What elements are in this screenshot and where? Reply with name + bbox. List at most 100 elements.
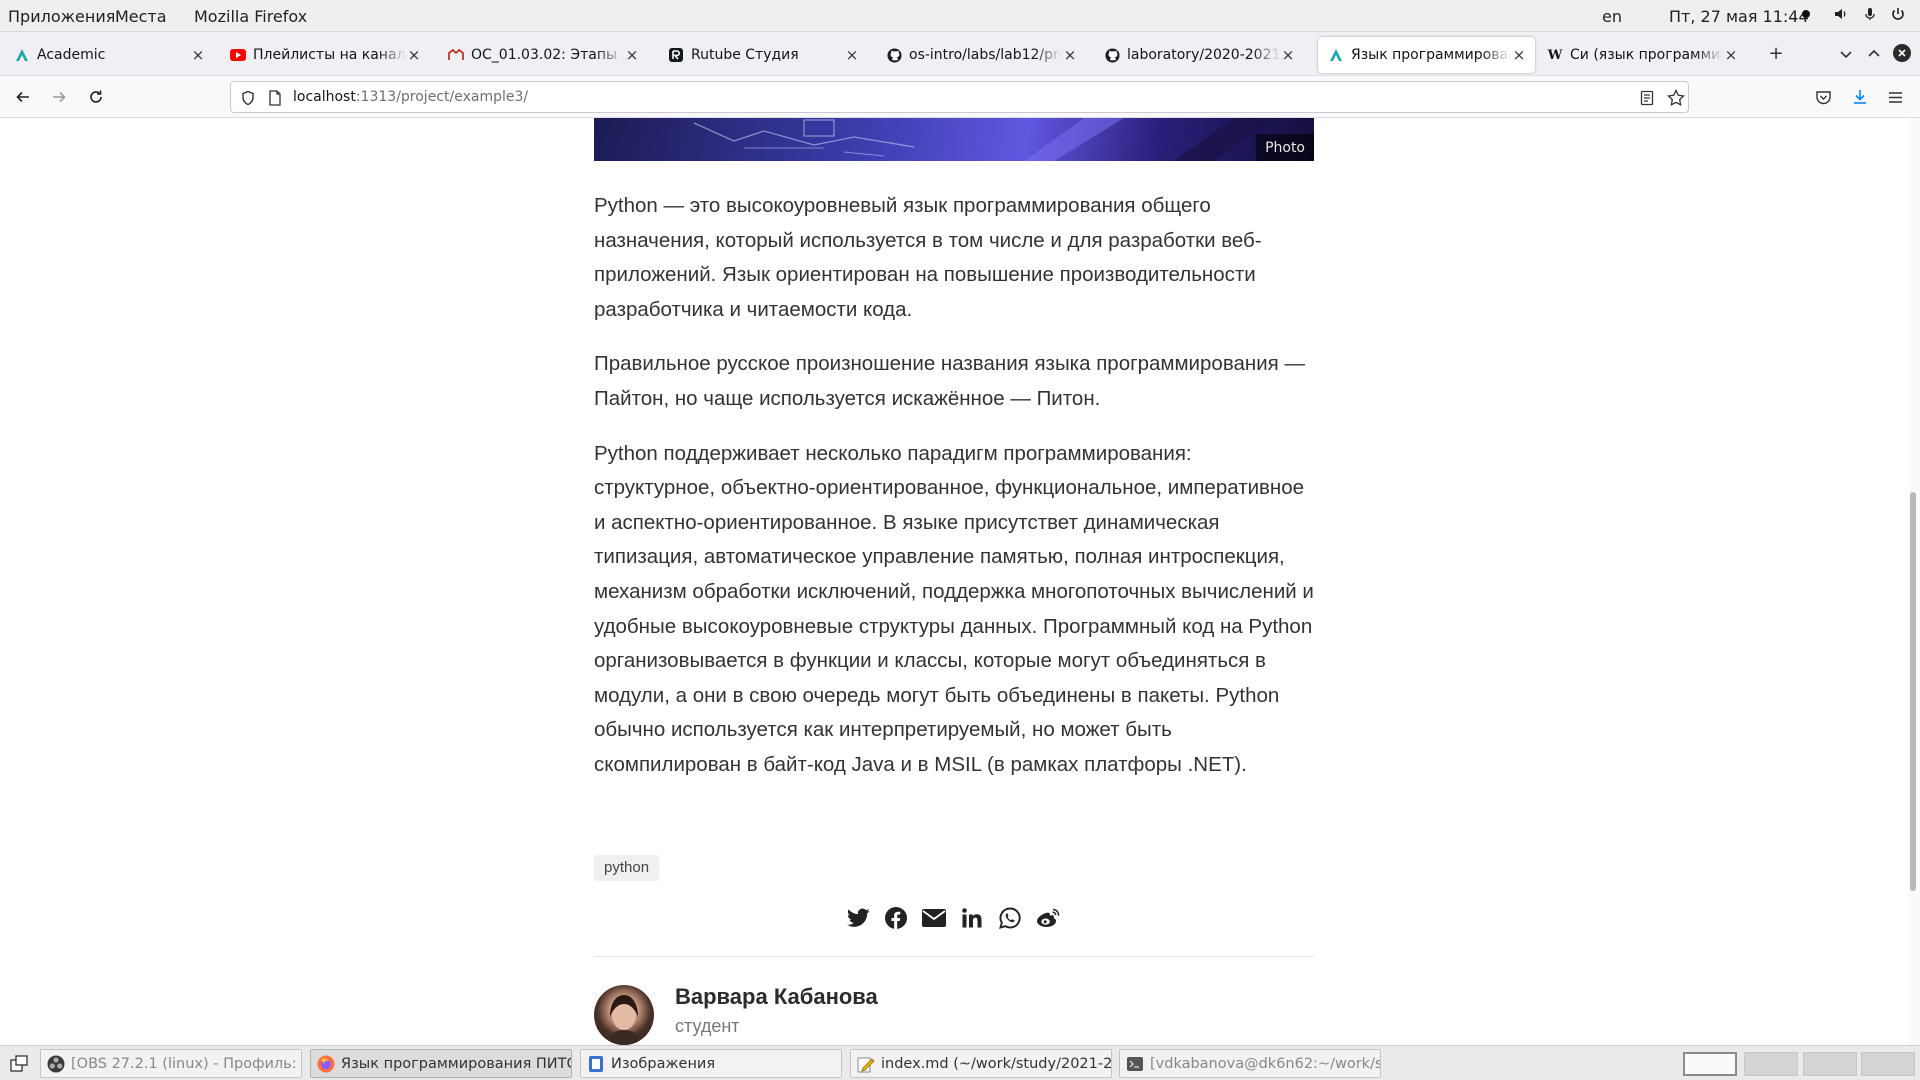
places-menu[interactable]: Места (115, 7, 167, 26)
weibo-icon[interactable] (1035, 905, 1061, 931)
new-tab-button[interactable]: + (1764, 42, 1788, 66)
article-paragraph: Python поддерживает несколько парадигм п… (594, 441, 1314, 776)
navigation-toolbar: localhost:1313/project/example3/ (0, 76, 1920, 118)
applications-menu[interactable]: Приложения (8, 7, 115, 26)
show-desktop-icon[interactable] (10, 1055, 28, 1073)
facebook-icon[interactable] (883, 905, 909, 931)
microphone-icon[interactable] (1862, 6, 1878, 22)
page-scrollbar[interactable] (1908, 118, 1920, 1045)
tab-label: Плейлисты на канале - Y (253, 47, 406, 63)
author-avatar[interactable] (594, 985, 654, 1045)
article-body: Python — это высокоуровневый язык програ… (594, 189, 1318, 803)
wikipedia-icon: W (1547, 47, 1563, 63)
forward-arrow-icon (53, 91, 66, 103)
whatsapp-icon[interactable] (997, 905, 1023, 931)
task-firefox[interactable]: Язык программирования ПИТО... (310, 1049, 572, 1078)
hero-sketch-graphic (693, 119, 915, 157)
content-divider (594, 956, 1314, 957)
back-arrow-icon (16, 91, 29, 103)
workspace-3[interactable] (1803, 1052, 1857, 1076)
article-paragraph: Python — это высокоуровневый язык програ… (594, 194, 1262, 321)
clock[interactable]: Пт, 27 мая 11:44 (1669, 7, 1809, 26)
app-menu-icon[interactable] (1887, 89, 1904, 106)
close-tab-icon[interactable]: × (1511, 46, 1527, 64)
close-tab-icon[interactable]: × (1280, 46, 1296, 64)
downloads-icon[interactable] (1851, 88, 1869, 106)
tab-os-course[interactable]: ОС_01.03.02: Этапы реал × (438, 37, 648, 73)
task-label: index.md (~/work/study/2021-202... (881, 1055, 1112, 1072)
github-icon (1104, 47, 1120, 63)
power-icon[interactable] (1890, 6, 1906, 22)
close-tab-icon[interactable]: × (844, 46, 860, 64)
close-tab-icon[interactable]: × (190, 46, 206, 64)
tracking-protection-shield-icon[interactable] (240, 90, 256, 106)
task-images-folder[interactable]: Изображения (580, 1049, 842, 1078)
task-text-editor[interactable]: index.md (~/work/study/2021-202... (850, 1049, 1112, 1078)
page-viewport: Photo Python — это высокоуровневый язык … (0, 118, 1920, 1045)
obs-icon (47, 1055, 65, 1072)
featured-image: Photo (594, 118, 1314, 161)
url-path: :1313/project/example3/ (355, 89, 529, 105)
terminal-icon (1127, 1056, 1143, 1071)
author-role: студент (675, 1016, 740, 1036)
back-button[interactable] (10, 84, 36, 110)
system-top-bar: Приложения Места Mozilla Firefox en Пт, … (0, 0, 1920, 32)
tab-label: ОС_01.03.02: Этапы реал (471, 47, 624, 63)
linkedin-icon[interactable] (959, 905, 985, 931)
rutube-icon (668, 47, 684, 63)
text-editor-icon (857, 1057, 875, 1072)
workspace-4[interactable] (1861, 1052, 1915, 1076)
author-name[interactable]: Варвара Кабанова (675, 984, 878, 1010)
moodle-icon (448, 47, 464, 63)
article-paragraph: Правильное русское произношение названия… (594, 352, 1305, 410)
tag-python[interactable]: python (594, 855, 660, 881)
close-tab-icon[interactable]: × (1723, 46, 1739, 64)
close-tab-icon[interactable]: × (406, 46, 422, 64)
reload-button[interactable] (83, 84, 109, 110)
close-window-icon[interactable] (1893, 44, 1911, 62)
file-manager-icon (589, 1055, 603, 1072)
tab-label: laboratory/2020-2021/OS (1127, 47, 1280, 63)
share-bar (845, 904, 1073, 932)
tab-strip: Academic × Плейлисты на канале - Y × ОС_… (0, 32, 1920, 76)
tab-github-os-intro[interactable]: os-intro/labs/lab12/preser × (876, 37, 1086, 73)
tab-rutube-studio[interactable]: Rutube Студия × (658, 37, 868, 73)
close-tab-icon[interactable]: × (624, 46, 640, 64)
tab-academic[interactable]: Academic × (4, 37, 214, 73)
url-text[interactable]: localhost:1313/project/example3/ (293, 89, 528, 105)
task-label: Язык программирования ПИТО... (341, 1055, 572, 1072)
close-tab-icon[interactable]: × (1062, 46, 1078, 64)
youtube-icon (230, 47, 246, 63)
reload-icon (90, 90, 102, 103)
pocket-icon[interactable] (1815, 89, 1832, 106)
twitter-icon[interactable] (845, 905, 871, 931)
tab-label: Rutube Студия (691, 47, 799, 63)
tab-youtube-playlists[interactable]: Плейлисты на канале - Y × (220, 37, 430, 73)
keyboard-layout-indicator[interactable]: en (1602, 7, 1622, 26)
bookmark-star-icon[interactable] (1667, 89, 1685, 107)
list-all-tabs-icon[interactable] (1838, 46, 1854, 62)
workspace-2[interactable] (1744, 1052, 1798, 1076)
tab-label: Язык программировани (1351, 47, 1511, 63)
workspace-1[interactable] (1683, 1052, 1737, 1076)
tab-python-language[interactable]: Язык программировани × (1318, 37, 1535, 73)
volume-icon[interactable] (1833, 6, 1849, 22)
task-label: Изображения (611, 1055, 716, 1072)
address-bar[interactable]: localhost:1313/project/example3/ (230, 81, 1689, 113)
tab-c-language-wiki[interactable]: W Си (язык программирова × (1537, 37, 1747, 73)
task-terminal[interactable]: [vdkabanova@dk6n62:~/work/stu... (1119, 1049, 1381, 1078)
scrollbar-thumb[interactable] (1910, 492, 1916, 891)
tab-github-laboratory[interactable]: laboratory/2020-2021/OS × (1094, 37, 1304, 73)
email-icon[interactable] (921, 905, 947, 931)
url-host: localhost (293, 89, 356, 105)
forward-button[interactable] (46, 84, 72, 110)
photo-caption-label: Photo (1256, 134, 1314, 161)
task-obs[interactable]: [OBS 27.2.1 (linux) - Профиль: Бе... (40, 1049, 302, 1078)
reader-view-icon[interactable] (1639, 90, 1655, 106)
maximize-window-icon[interactable] (1866, 46, 1882, 62)
page-info-icon[interactable] (268, 90, 282, 106)
recording-indicator-icon[interactable] (1798, 6, 1814, 22)
github-icon (886, 47, 902, 63)
academic-logo-icon (1328, 47, 1344, 63)
active-app-name[interactable]: Mozilla Firefox (194, 7, 307, 26)
